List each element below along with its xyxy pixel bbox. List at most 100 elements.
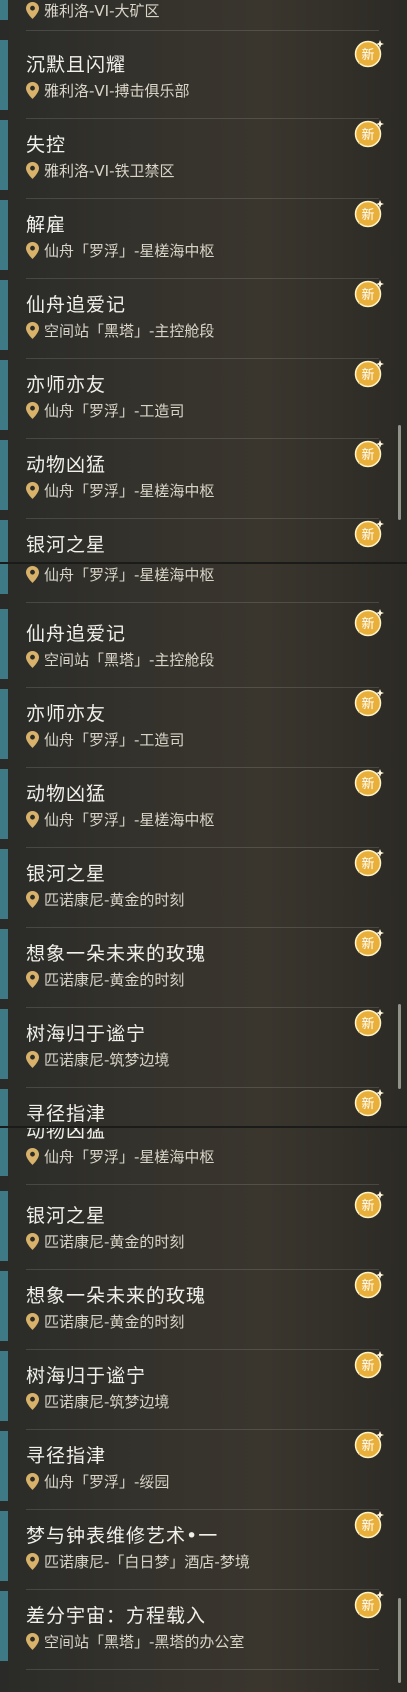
- new-badge-text: 新: [361, 1598, 374, 1614]
- scrollbar[interactable]: [398, 1004, 401, 1089]
- mission-location-text: 雅利洛-VI-大矿区: [44, 2, 160, 20]
- new-badge-text: 新: [361, 1096, 374, 1112]
- mission-row[interactable]: 动物凶猛 仙舟「罗浮」-星槎海中枢: [0, 1128, 407, 1186]
- row-divider: [26, 278, 379, 279]
- row-divider: [26, 602, 379, 603]
- new-badge-text: 新: [361, 1016, 374, 1032]
- mission-location: 匹诺康尼-黄金的时刻: [26, 1231, 184, 1252]
- row-accent: [0, 360, 8, 430]
- mission-row[interactable]: 树海归于谧宁 匹诺康尼-筑梦边境 新: [0, 1009, 407, 1089]
- row-divider: [26, 1429, 379, 1430]
- mission-title: 银河之星: [26, 863, 107, 885]
- mission-row[interactable]: 差分宇宙：方程载入 空间站「黑塔」-黑塔的办公室 新: [0, 1591, 407, 1671]
- mission-location-text: 匹诺康尼-筑梦边境: [44, 1051, 170, 1069]
- mission-title: 树海归于谧宁: [26, 1023, 147, 1045]
- mission-list-panel-3: 动物凶猛 仙舟「罗浮」-星槎海中枢 银河之星 匹诺康尼-黄金的时刻 新 想象一朵…: [0, 1128, 407, 1692]
- location-pin-icon: [26, 1633, 39, 1650]
- mission-title: 动物凶猛: [26, 1128, 107, 1142]
- mission-row[interactable]: 动物凶猛 仙舟「罗浮」-星槎海中枢 新: [0, 440, 407, 520]
- new-badge-text: 新: [361, 1438, 374, 1454]
- mission-row[interactable]: 树海归于谧宁 匹诺康尼-筑梦边境 新: [0, 1351, 407, 1431]
- mission-row[interactable]: 寻径指津 新: [0, 1089, 407, 1126]
- mission-location-text: 仙舟「罗浮」-工造司: [44, 731, 185, 749]
- row-accent: [0, 609, 8, 679]
- mission-row[interactable]: 仙舟追爱记 空间站「黑塔」-主控舱段 新: [0, 609, 407, 689]
- mission-location-text: 匹诺康尼-黄金的时刻: [44, 1313, 185, 1331]
- mission-title: 想象一朵未来的玫瑰: [26, 1285, 207, 1307]
- row-divider: [26, 687, 379, 688]
- row-accent: [0, 1191, 8, 1261]
- mission-row[interactable]: 动物凶猛 仙舟「罗浮」-星槎海中枢 新: [0, 769, 407, 849]
- row-accent: [0, 120, 8, 190]
- mission-row[interactable]: 失控 雅利洛-VI-铁卫禁区 新: [0, 120, 407, 200]
- row-divider: [26, 1349, 379, 1350]
- new-badge-text: 新: [361, 1198, 374, 1214]
- row-divider: [26, 30, 379, 31]
- location-pin-icon: [26, 1148, 39, 1165]
- mission-location: 仙舟「罗浮」-工造司: [26, 729, 184, 750]
- row-accent: [0, 1591, 8, 1661]
- mission-row[interactable]: 想象一朵未来的玫瑰 匹诺康尼-黄金的时刻 新: [0, 929, 407, 1009]
- location-pin-icon: [26, 402, 39, 419]
- row-divider: [26, 1087, 379, 1088]
- mission-location: 仙舟「罗浮」-星槎海中枢: [26, 480, 214, 501]
- row-accent: [0, 1128, 8, 1176]
- new-badge-icon: 新: [354, 1089, 384, 1117]
- new-badge-text: 新: [361, 527, 374, 543]
- mission-row[interactable]: 亦师亦友 仙舟「罗浮」-工造司 新: [0, 689, 407, 769]
- location-pin-icon: [26, 1051, 39, 1068]
- mission-location: 仙舟「罗浮」-工造司: [26, 400, 184, 421]
- row-accent: [0, 520, 8, 562]
- mission-title: 动物凶猛: [26, 783, 107, 805]
- mission-location: 仙舟「罗浮」-星槎海中枢: [26, 564, 214, 585]
- row-accent: [0, 1089, 8, 1126]
- new-badge-icon: 新: [354, 1511, 384, 1539]
- new-badge-text: 新: [361, 447, 374, 463]
- new-badge-text: 新: [361, 367, 374, 383]
- mission-row[interactable]: 雅利洛-VI-大矿区: [0, 0, 407, 40]
- mission-location-text: 仙舟「罗浮」-星槎海中枢: [44, 811, 215, 829]
- row-accent: [0, 40, 8, 110]
- location-pin-icon: [26, 1553, 39, 1570]
- mission-row[interactable]: 银河之星 新: [0, 520, 407, 562]
- row-divider: [26, 518, 379, 519]
- mission-row[interactable]: 仙舟追爱记 空间站「黑塔」-主控舱段 新: [0, 280, 407, 360]
- mission-location: 匹诺康尼-「白日梦」酒店-梦境: [26, 1551, 250, 1572]
- new-badge-icon: 新: [354, 1271, 384, 1299]
- new-badge-icon: 新: [354, 120, 384, 148]
- row-divider: [26, 847, 379, 848]
- mission-row[interactable]: 解雇 仙舟「罗浮」-星槎海中枢 新: [0, 200, 407, 280]
- new-badge-icon: 新: [354, 520, 384, 548]
- location-pin-icon: [26, 811, 39, 828]
- mission-list-panel-1: 雅利洛-VI-大矿区 沉默且闪耀 雅利洛-VI-搏击俱乐部 新 失控 雅利洛-V…: [0, 0, 407, 562]
- mission-location-text: 仙舟「罗浮」-星槎海中枢: [44, 242, 215, 260]
- scrollbar[interactable]: [398, 425, 401, 520]
- mission-row[interactable]: 亦师亦友 仙舟「罗浮」-工造司 新: [0, 360, 407, 440]
- new-badge-text: 新: [361, 856, 374, 872]
- mission-row[interactable]: 寻径指津 仙舟「罗浮」-绥园 新: [0, 1431, 407, 1511]
- mission-location: 空间站「黑塔」-黑塔的办公室: [26, 1631, 244, 1652]
- mission-location-text: 仙舟「罗浮」-星槎海中枢: [44, 1148, 215, 1166]
- mission-row[interactable]: 沉默且闪耀 雅利洛-VI-搏击俱乐部 新: [0, 40, 407, 120]
- mission-row[interactable]: 银河之星 匹诺康尼-黄金的时刻 新: [0, 849, 407, 929]
- row-accent: [0, 440, 8, 510]
- mission-row[interactable]: 仙舟「罗浮」-星槎海中枢: [0, 564, 407, 604]
- mission-row[interactable]: 想象一朵未来的玫瑰 匹诺康尼-黄金的时刻 新: [0, 1271, 407, 1351]
- mission-location: 仙舟「罗浮」-绥园: [26, 1471, 169, 1492]
- new-badge-icon: 新: [354, 1431, 384, 1459]
- scrollbar[interactable]: [398, 1598, 401, 1683]
- mission-row[interactable]: 银河之星 匹诺康尼-黄金的时刻 新: [0, 1191, 407, 1271]
- mission-title: 仙舟追爱记: [26, 623, 127, 645]
- row-accent: [0, 0, 8, 20]
- mission-location: 空间站「黑塔」-主控舱段: [26, 649, 214, 670]
- new-badge-text: 新: [361, 616, 374, 632]
- mission-title: 仙舟追爱记: [26, 294, 127, 316]
- row-divider: [26, 767, 379, 768]
- mission-row[interactable]: 梦与钟表维修艺术•一 匹诺康尼-「白日梦」酒店-梦境 新: [0, 1511, 407, 1591]
- row-divider: [26, 198, 379, 199]
- new-badge-text: 新: [361, 287, 374, 303]
- new-badge-text: 新: [361, 127, 374, 143]
- row-divider: [26, 1669, 379, 1670]
- mission-title: 亦师亦友: [26, 703, 107, 725]
- location-pin-icon: [26, 1393, 39, 1410]
